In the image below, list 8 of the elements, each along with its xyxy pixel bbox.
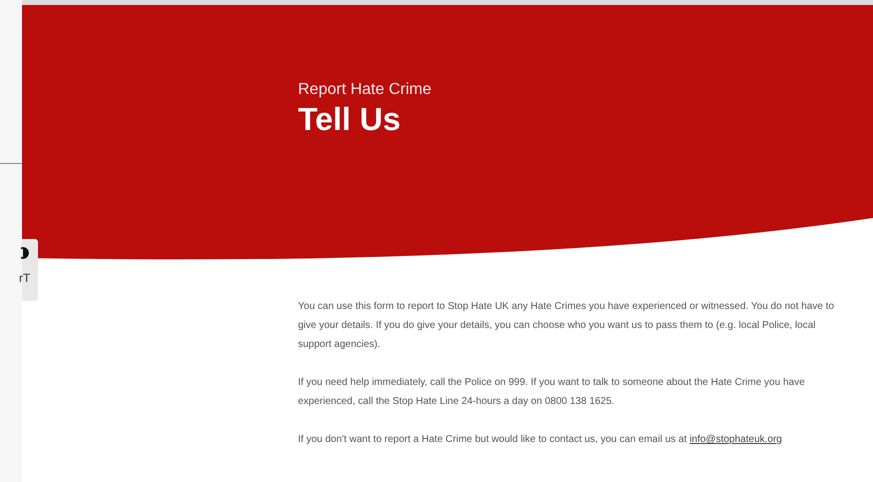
body-paragraph: If you need help immediately, call the Police on 999. If you want to talk to someone about the Hate Crime you have experienced, call the Stop Hate Line 24-hours a day on 0800 138 1625. [298, 376, 806, 409]
page-title: Tell Us [298, 100, 401, 138]
email-link[interactable]: info@stophateuk.org [690, 434, 782, 445]
text-size-button[interactable]: rT [19, 271, 30, 285]
contrast-icon[interactable] [21, 247, 29, 259]
body-paragraph: If you don't want to report a Hate Crime but would like to contact us, you can email us at info@stophateuk.org [298, 433, 783, 447]
body-paragraph: You can use this form to report to Stop Hate UK any Hate Crimes you have experienced or witnessed. You do not have to give your details. If you do give your details, you can choose who you want us to pass them to (e.g. local Police, local support agencies). [298, 300, 836, 352]
hero-eyebrow: Report Hate Crime [298, 80, 432, 100]
